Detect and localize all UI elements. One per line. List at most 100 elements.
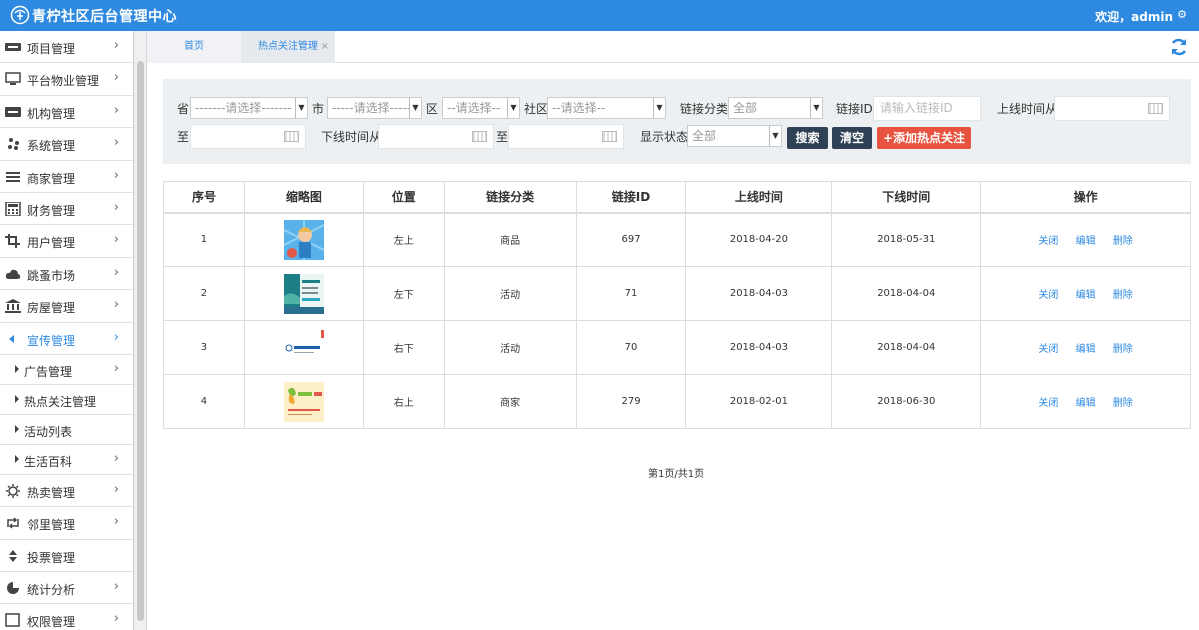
sun-icon <box>6 483 20 498</box>
cell-online: 2018-04-03 <box>685 266 833 321</box>
sidebar-item-label: 用户管理 <box>27 236 76 251</box>
sidebar-subitem-label: 广告管理 <box>24 364 73 379</box>
sidebar-item-promotion[interactable]: 宣传管理 › <box>0 322 133 355</box>
sidebar-item-system[interactable]: 系统管理 › <box>0 128 133 161</box>
city-label: 市 <box>312 102 325 116</box>
scrollbar-thumb[interactable] <box>137 61 144 621</box>
sidebar-item-voting[interactable]: 投票管理 <box>0 539 133 573</box>
sidebar-item-projects[interactable]: 项目管理 › <box>0 31 133 64</box>
col-header-link-id: 链接ID <box>575 181 687 214</box>
sidebar-item-statistics[interactable]: 统计分析 › <box>0 572 133 605</box>
calendar-icon[interactable] <box>472 131 487 142</box>
sidebar-item-hot-sales[interactable]: 热卖管理 › <box>0 474 133 508</box>
sidebar-item-housing[interactable]: 房屋管理 › <box>0 290 133 323</box>
sidebar-item-merchants[interactable]: 商家管理 › <box>0 160 133 193</box>
offline-to-date-input[interactable] <box>508 124 624 149</box>
delete-link[interactable]: 删除 <box>1113 290 1133 301</box>
thumbnail-image[interactable] <box>283 219 324 260</box>
tab-hot-topics[interactable]: 热点关注管理 × <box>241 31 335 63</box>
sidebar-item-finance[interactable]: 财务管理 › <box>0 192 133 226</box>
thumbnail-image[interactable] <box>283 327 324 368</box>
refresh-icon[interactable] <box>1169 37 1189 57</box>
sidebar-item-label: 商家管理 <box>27 171 76 186</box>
calendar-icon[interactable] <box>1148 103 1163 114</box>
sidebar-subitem-hot-topics[interactable]: 热点关注管理 <box>0 384 133 415</box>
edit-link[interactable]: 编辑 <box>1076 344 1096 355</box>
search-button[interactable]: 搜索 <box>787 127 828 149</box>
sidebar-subitem-life-wiki[interactable]: 生活百科 › <box>0 444 133 475</box>
offline-from-date-input[interactable] <box>378 124 494 149</box>
thumbnail-image[interactable] <box>283 381 324 422</box>
province-select[interactable]: -------请选择------- ▼ <box>190 97 308 119</box>
retweet-icon <box>7 517 19 529</box>
cell-no: 2 <box>163 266 245 321</box>
caret-right-icon <box>15 454 19 463</box>
cell-online: 2018-04-20 <box>685 212 833 267</box>
chevron-right-icon: › <box>113 329 119 345</box>
sidebar-item-flea-market[interactable]: 跳蚤市场 › <box>0 257 133 291</box>
caret-down-icon: ▼ <box>810 98 822 118</box>
col-header-position: 位置 <box>362 181 445 214</box>
edit-link[interactable]: 编辑 <box>1076 236 1096 247</box>
cell-category: 活动 <box>443 320 577 375</box>
cell-online: 2018-04-03 <box>685 320 833 375</box>
cell-no: 3 <box>163 320 245 375</box>
sidebar-item-users[interactable]: 用户管理 › <box>0 225 133 258</box>
calendar-icon[interactable] <box>602 131 617 142</box>
close-link[interactable]: 关闭 <box>1038 344 1058 355</box>
community-select[interactable]: --请选择-- ▼ <box>547 97 666 119</box>
sidebar-item-permissions[interactable]: 权限管理 › <box>0 604 133 630</box>
close-icon[interactable]: × <box>321 31 329 63</box>
calendar-icon[interactable] <box>284 131 299 142</box>
sidebar-item-property[interactable]: 平台物业管理 › <box>0 63 133 96</box>
delete-link[interactable]: 删除 <box>1113 236 1133 247</box>
col-header-thumbnail: 缩略图 <box>243 181 364 214</box>
tab-home[interactable]: 首页 <box>147 31 241 63</box>
to-label-2: 至 <box>496 130 509 144</box>
table-row: 4 右上 商家 279 2018-02-01 2018-06-30 关闭 编辑 … <box>163 374 1191 429</box>
online-from-date-input[interactable] <box>1054 96 1170 121</box>
link-type-label: 链接分类: <box>680 102 733 116</box>
caret-right-icon <box>15 394 19 403</box>
cell-actions: 关闭 编辑 删除 <box>980 212 1191 267</box>
status-select[interactable]: 全部 ▼ <box>687 125 782 147</box>
sidebar-item-institutions[interactable]: 机构管理 › <box>0 95 133 129</box>
cell-thumbnail <box>243 266 364 321</box>
logo-icon <box>10 5 30 25</box>
caret-down-icon: ▼ <box>409 98 421 118</box>
cell-actions: 关闭 编辑 删除 <box>980 320 1191 375</box>
sidebar-item-label: 机构管理 <box>27 106 76 121</box>
clear-button[interactable]: 清空 <box>832 127 872 149</box>
cell-position: 左下 <box>362 266 445 321</box>
district-select[interactable]: --请选择-- ▼ <box>442 97 520 119</box>
cell-category: 商品 <box>443 212 577 267</box>
hot-topics-table: 序号 缩略图 位置 链接分类 链接ID 上线时间 下线时间 操作 1 左上 商品… <box>163 181 1191 429</box>
edit-link[interactable]: 编辑 <box>1076 290 1096 301</box>
link-id-input[interactable]: 请输入链接ID <box>873 96 981 121</box>
link-type-select[interactable]: 全部 ▼ <box>728 97 823 119</box>
sidebar-item-label: 权限管理 <box>27 615 76 630</box>
close-link[interactable]: 关闭 <box>1038 236 1058 247</box>
sidebar-subitem-activities[interactable]: 活动列表 <box>0 414 133 445</box>
cell-position: 左上 <box>362 212 445 267</box>
cell-no: 1 <box>163 212 245 267</box>
thumbnail-image[interactable] <box>283 273 324 314</box>
discover-card-icon <box>5 43 21 51</box>
col-header-no: 序号 <box>163 181 245 214</box>
welcome-text[interactable]: 欢迎，admin <box>1095 8 1173 25</box>
delete-link[interactable]: 删除 <box>1113 344 1133 355</box>
close-link[interactable]: 关闭 <box>1038 290 1058 301</box>
gear-icon[interactable]: ⚙ <box>1177 8 1187 21</box>
sidebar-scrollbar[interactable] <box>134 31 147 630</box>
sidebar-item-neighbors[interactable]: 邻里管理 › <box>0 507 133 540</box>
close-link[interactable]: 关闭 <box>1038 398 1058 409</box>
city-select[interactable]: -----请选择----- ▼ <box>327 97 422 119</box>
delete-link[interactable]: 删除 <box>1113 398 1133 409</box>
link-id-placeholder: 请输入链接ID <box>880 101 953 115</box>
add-hot-topic-button[interactable]: +添加热点关注 <box>877 127 971 149</box>
edit-link[interactable]: 编辑 <box>1076 398 1096 409</box>
sidebar-subitem-ads[interactable]: 广告管理 › <box>0 354 133 385</box>
sidebar-subitem-label: 活动列表 <box>24 424 73 439</box>
caret-down-icon: ▼ <box>769 126 781 146</box>
online-to-date-input[interactable] <box>190 124 306 149</box>
